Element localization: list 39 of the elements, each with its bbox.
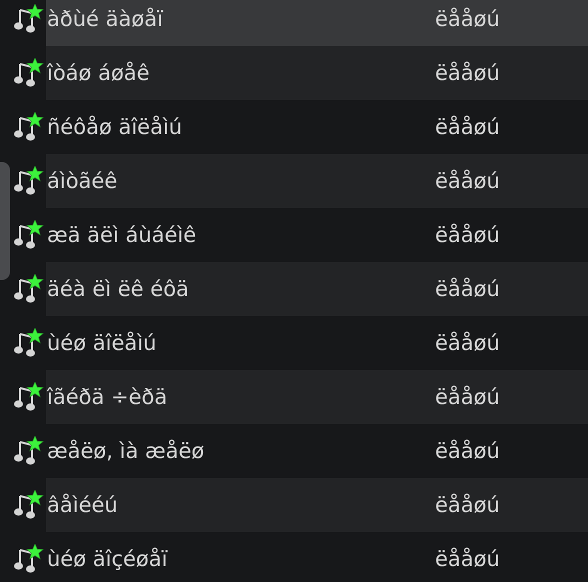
artist-text: ëååøú	[435, 61, 500, 85]
artist-text: ëååøú	[435, 277, 500, 301]
track-title: ùéø äîçéøåï	[47, 547, 169, 571]
track-title: àðùé äàøåï	[47, 7, 164, 31]
track-row[interactable]: áìòãéê ëååøú	[46, 154, 588, 208]
music-note-star-icon	[14, 490, 44, 520]
track-row[interactable]: îòáø áøåê ëååøú	[46, 46, 588, 100]
track-title: æåëø, ìà æåëø	[47, 439, 206, 463]
track-title: æä äëì áùáéìê	[47, 223, 198, 247]
track-title: âåìééú	[47, 493, 119, 517]
track-row[interactable]: äéà ëì ëê éôä ëååøú	[46, 262, 588, 316]
music-note-star-icon	[14, 328, 44, 358]
artist-text: ëååøú	[435, 385, 500, 409]
artist-text: ëååøú	[435, 115, 500, 139]
track-row[interactable]: îãéðä ÷èðä ëååøú	[46, 370, 588, 424]
track-row[interactable]: àðùé äàøåï ëååøú	[46, 0, 588, 46]
music-note-star-icon	[14, 274, 44, 304]
track-title: ùéø äîëåìú	[47, 331, 158, 355]
artist-text: ëååøú	[435, 493, 500, 517]
music-note-star-icon	[14, 58, 44, 88]
artist-text: ëååøú	[435, 439, 500, 463]
track-title: ñéôåø äîëåìú	[47, 115, 184, 139]
music-note-star-icon	[14, 544, 44, 574]
music-note-star-icon	[14, 112, 44, 142]
track-row[interactable]: âåìééú ëååøú	[46, 478, 588, 532]
artist-text: ëååøú	[435, 7, 500, 31]
artist-text: ëååøú	[435, 169, 500, 193]
artist-text: ëååøú	[435, 331, 500, 355]
artist-text: ëååøú	[435, 223, 500, 247]
track-title: áìòãéê	[47, 169, 118, 193]
music-note-star-icon	[14, 220, 44, 250]
track-title: îòáø áøåê	[47, 61, 151, 85]
track-title: äéà ëì ëê éôä	[47, 277, 190, 301]
music-note-star-icon	[14, 166, 44, 196]
track-title: îãéðä ÷èðä	[47, 385, 168, 409]
music-note-star-icon	[14, 382, 44, 412]
music-note-star-icon	[14, 436, 44, 466]
artist-text: ëååøú	[435, 547, 500, 571]
music-note-star-icon	[14, 4, 44, 34]
